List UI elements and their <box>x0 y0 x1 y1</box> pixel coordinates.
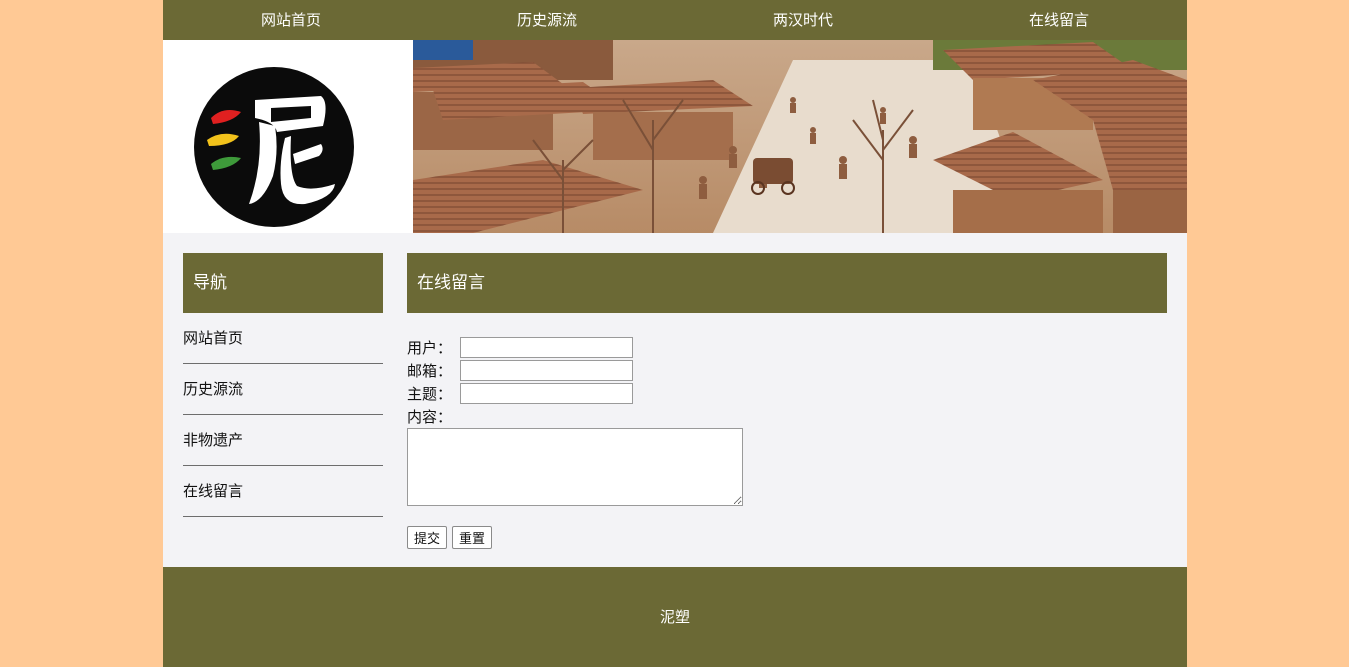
clay-logo-icon <box>194 67 354 227</box>
content-label: 内容： <box>407 408 453 426</box>
sidebar-title: 导航 <box>183 253 383 313</box>
content-textarea[interactable] <box>407 428 743 506</box>
message-form: 用户： 邮箱： 主题： 内容： 提交 重置 <box>407 336 1167 549</box>
page: 网站首页 历史源流 两汉时代 在线留言 导航 网站首页 历史源流 非物遗产 在线… <box>163 0 1187 667</box>
subject-label: 主题： <box>407 385 453 403</box>
content-row: 内容： <box>407 405 1167 428</box>
footer: 泥塑 <box>163 567 1187 667</box>
footer-text: 泥塑 <box>659 608 690 626</box>
sidebar-list: 网站首页 历史源流 非物遗产 在线留言 <box>183 313 383 517</box>
email-row: 邮箱： <box>407 359 1167 382</box>
sidebar: 导航 网站首页 历史源流 非物遗产 在线留言 <box>183 253 383 517</box>
user-row: 用户： <box>407 336 1167 359</box>
top-navigation: 网站首页 历史源流 两汉时代 在线留言 <box>163 0 1187 40</box>
topnav-message[interactable]: 在线留言 <box>931 0 1187 40</box>
email-input[interactable] <box>460 360 633 381</box>
clay-village-scene <box>413 40 1187 233</box>
sidebar-item-home[interactable]: 网站首页 <box>183 313 383 364</box>
topnav-home[interactable]: 网站首页 <box>163 0 419 40</box>
page-title: 在线留言 <box>407 253 1167 313</box>
sidebar-item-history[interactable]: 历史源流 <box>183 364 383 415</box>
reset-button[interactable]: 重置 <box>452 526 493 549</box>
scene-illustration <box>413 40 1187 233</box>
logo <box>163 40 413 233</box>
form-buttons: 提交 重置 <box>407 526 1167 549</box>
email-label: 邮箱： <box>407 362 453 380</box>
topnav-han-dynasty[interactable]: 两汉时代 <box>675 0 931 40</box>
sidebar-item-message[interactable]: 在线留言 <box>183 466 383 517</box>
topnav-history[interactable]: 历史源流 <box>419 0 675 40</box>
banner <box>163 40 1187 233</box>
user-input[interactable] <box>460 337 633 358</box>
user-label: 用户： <box>407 339 453 357</box>
subject-input[interactable] <box>460 383 633 404</box>
subject-row: 主题： <box>407 382 1167 405</box>
submit-button[interactable]: 提交 <box>407 526 448 549</box>
main-content: 在线留言 用户： 邮箱： 主题： 内容： 提交 重置 <box>407 253 1167 549</box>
sidebar-item-heritage[interactable]: 非物遗产 <box>183 415 383 466</box>
